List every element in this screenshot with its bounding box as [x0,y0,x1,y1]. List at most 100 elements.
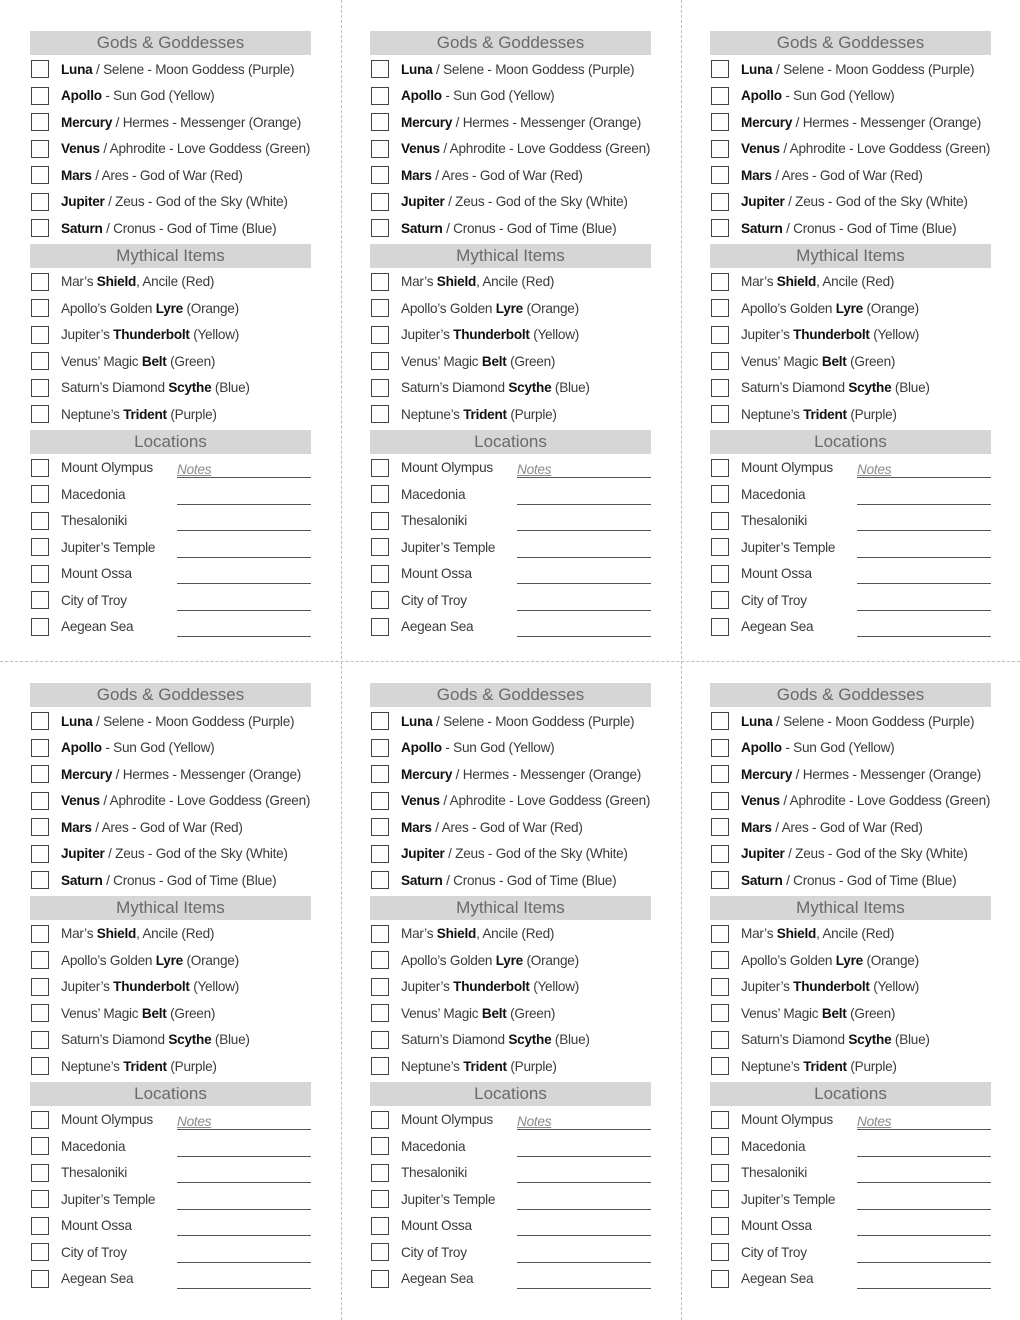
notes-line[interactable] [857,1215,991,1236]
checkbox[interactable] [31,1030,49,1049]
checkbox[interactable] [31,1057,49,1076]
checkbox[interactable] [31,166,49,185]
notes-line[interactable] [857,616,991,637]
notes-line[interactable]: Notes [857,457,991,478]
checkbox[interactable] [31,538,49,557]
notes-line[interactable] [517,590,651,611]
checkbox[interactable] [371,485,389,504]
checkbox[interactable] [711,1004,729,1023]
checkbox[interactable] [711,378,729,397]
checkbox[interactable] [371,86,389,105]
checkbox[interactable] [31,352,49,371]
notes-line[interactable] [517,510,651,531]
checkbox[interactable] [371,818,389,837]
checkbox[interactable] [711,818,729,837]
checkbox[interactable] [371,712,389,731]
checkbox[interactable] [711,844,729,863]
notes-line[interactable] [177,484,311,505]
notes-line[interactable] [177,1189,311,1210]
checkbox[interactable] [711,765,729,784]
notes-line[interactable]: Notes [177,457,311,478]
notes-line[interactable] [857,1136,991,1157]
notes-line[interactable] [177,590,311,611]
notes-line[interactable]: Notes [177,1109,311,1130]
checkbox[interactable] [711,1057,729,1076]
checkbox[interactable] [711,924,729,943]
checkbox[interactable] [31,951,49,970]
checkbox[interactable] [371,272,389,291]
notes-line[interactable] [517,1136,651,1157]
checkbox[interactable] [711,166,729,185]
checkbox[interactable] [31,844,49,863]
checkbox[interactable] [31,1163,49,1182]
notes-line[interactable] [177,1242,311,1263]
checkbox[interactable] [31,924,49,943]
checkbox[interactable] [31,738,49,757]
checkbox[interactable] [371,951,389,970]
checkbox[interactable] [371,977,389,996]
notes-line[interactable] [517,563,651,584]
checkbox[interactable] [371,844,389,863]
checkbox[interactable] [371,192,389,211]
notes-line[interactable] [857,484,991,505]
checkbox[interactable] [711,977,729,996]
checkbox[interactable] [711,564,729,583]
checkbox[interactable] [31,60,49,79]
checkbox[interactable] [371,538,389,557]
checkbox[interactable] [711,325,729,344]
checkbox[interactable] [371,325,389,344]
checkbox[interactable] [371,871,389,890]
checkbox[interactable] [31,272,49,291]
checkbox[interactable] [711,219,729,238]
checkbox[interactable] [31,1269,49,1288]
checkbox[interactable] [371,1216,389,1235]
checkbox[interactable] [371,1110,389,1129]
checkbox[interactable] [711,617,729,636]
checkbox[interactable] [711,299,729,318]
checkbox[interactable] [711,591,729,610]
checkbox[interactable] [31,1190,49,1209]
checkbox[interactable] [711,272,729,291]
notes-line[interactable] [857,590,991,611]
checkbox[interactable] [711,192,729,211]
notes-line[interactable] [177,1268,311,1289]
checkbox[interactable] [711,139,729,158]
checkbox[interactable] [31,325,49,344]
checkbox[interactable] [711,791,729,810]
checkbox[interactable] [31,977,49,996]
checkbox[interactable] [31,485,49,504]
notes-line[interactable] [857,1189,991,1210]
notes-line[interactable] [517,616,651,637]
notes-line[interactable] [177,1162,311,1183]
checkbox[interactable] [711,458,729,477]
checkbox[interactable] [371,511,389,530]
checkbox[interactable] [711,405,729,424]
notes-line[interactable] [857,563,991,584]
checkbox[interactable] [711,511,729,530]
checkbox[interactable] [31,458,49,477]
checkbox[interactable] [371,564,389,583]
checkbox[interactable] [371,591,389,610]
checkbox[interactable] [371,1057,389,1076]
checkbox[interactable] [711,352,729,371]
notes-line[interactable] [177,1136,311,1157]
checkbox[interactable] [371,617,389,636]
checkbox[interactable] [31,86,49,105]
notes-line[interactable] [177,510,311,531]
checkbox[interactable] [711,538,729,557]
notes-line[interactable] [517,1215,651,1236]
checkbox[interactable] [31,818,49,837]
checkbox[interactable] [371,166,389,185]
notes-line[interactable] [517,484,651,505]
notes-line[interactable] [177,563,311,584]
checkbox[interactable] [31,378,49,397]
checkbox[interactable] [371,219,389,238]
checkbox[interactable] [711,951,729,970]
checkbox[interactable] [31,219,49,238]
notes-line[interactable] [857,537,991,558]
notes-line[interactable] [517,1268,651,1289]
checkbox[interactable] [711,86,729,105]
notes-line[interactable]: Notes [857,1109,991,1130]
checkbox[interactable] [31,1110,49,1129]
notes-line[interactable] [857,1268,991,1289]
